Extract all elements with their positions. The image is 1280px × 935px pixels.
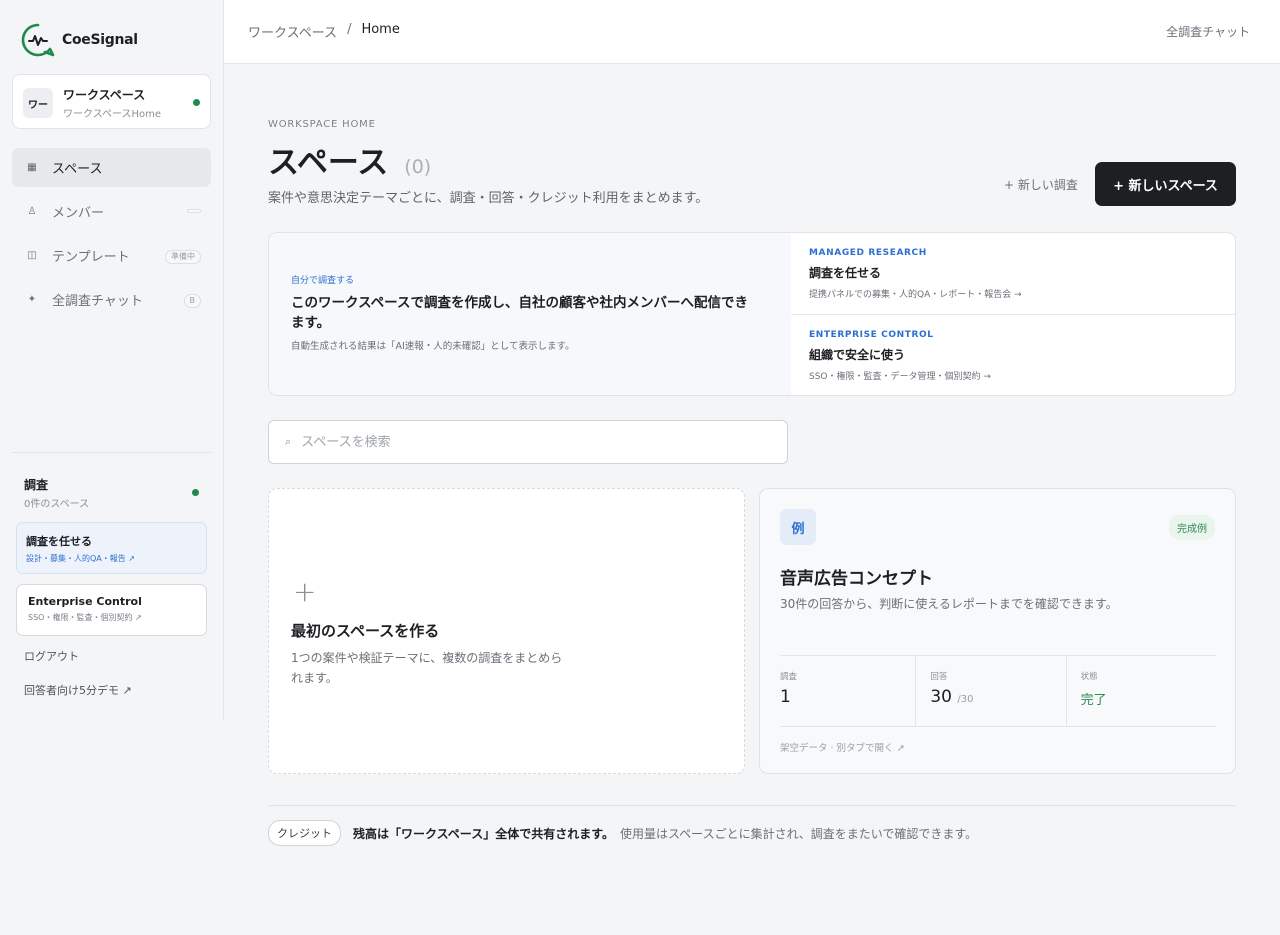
workspace-name: ワークスペース [63,88,146,102]
card-title: Enterprise Control [28,595,142,608]
stat-value: 1 [780,687,791,707]
card-subtitle: 設計・募集・人的QA・報告 ↗ [26,554,136,563]
topbar: ワークスペース / Home 全調査チャット [224,0,1280,64]
responses-total: /30 [957,694,974,705]
create-title: 最初のスペースを作る [291,622,440,640]
create-space-card[interactable]: + 最初のスペースを作る 1つの案件や検証テーマに、複数の調査をまとめられます。 [268,488,745,774]
new-survey-button[interactable]: + 新しい調査 [1004,176,1078,193]
workspace-avatar: ワー [23,88,53,118]
demo-link[interactable]: 回答者向け5分デモ ↗ [24,682,132,698]
divider [268,805,1236,806]
page-eyebrow: WORKSPACE HOME [268,119,376,130]
option-title: 組織で安全に使う [809,348,906,362]
logo[interactable]: CoeSignal [20,22,138,58]
status-badge: 完成例 [1169,515,1215,540]
brand-name: CoeSignal [62,32,138,48]
space-count: (0) [404,156,432,178]
self-service-panel: 自分で調査する このワークスペースで調査を作成し、自社の顧客や社内メンバーへ配信… [269,233,791,395]
option-eyebrow: MANAGED RESEARCH [809,248,927,258]
credit-pill: クレジット [268,820,341,846]
sidebar-item-label: テンプレート [52,250,130,265]
search-icon: ⌕ [285,435,292,448]
plus-icon: + [293,575,317,608]
breadcrumb-separator: / [347,22,352,37]
stat-label: 調査 [780,672,798,682]
credit-soft-text: 使用量はスペースごとに集計され、調査をまたいで確認できます。 [620,826,978,841]
sidebar-nav: ▦ スペース ♙ メンバー ◫ テンプレート 準備中 ✦ 全調査チャット B [12,148,211,324]
workspace-switcher[interactable]: ワー ワークスペース ワークスペースHome [12,74,211,129]
example-description: 30件の回答から、判断に使えるレポートまでを確認できます。 [780,597,1118,611]
example-badge: 例 [780,509,816,545]
stat-surveys: 調査 1 [780,656,915,726]
speech-bubble-wave-icon [21,23,55,57]
stat-status: 状態 完了 [1065,656,1216,726]
status-dot [193,99,200,106]
search-box: ⌕ [268,420,788,464]
template-icon: ◫ [27,250,37,261]
nav-badge: B [183,294,201,308]
nav-badge: 準備中 [165,250,201,264]
person-icon: ♙ [27,206,37,217]
research-title: 調査 [24,478,49,492]
card-subtitle: SSO・権限・監査・個別契約 ↗ [28,613,142,622]
option-eyebrow: ENTERPRISE CONTROL [809,330,934,340]
grid-icon: ▦ [27,162,37,173]
credits-info: クレジット 残高は「ワークスペース」全体で共有されます。 使用量はスペースごとに… [268,820,977,846]
promo-note: 自動生成される結果は「AI速報・人的未確認」として表示します。 [291,341,575,352]
stat-value: 30 /30 [930,687,1065,707]
status-dot [192,489,199,496]
stat-label: 状態 [1080,672,1098,682]
search-input[interactable] [301,434,742,450]
sidebar: CoeSignal ワー ワークスペース ワークスペースHome ▦ スペース … [0,0,224,720]
logout-link[interactable]: ログアウト [24,648,79,664]
example-stats: 調査 1 回答 30 /30 状態 完了 [780,655,1216,727]
sidebar-item-templates[interactable]: ◫ テンプレート 準備中 [12,236,211,275]
option-title: 調査を任せる [809,266,882,280]
sidebar-item-label: スペース [52,162,103,177]
sidebar-item-members[interactable]: ♙ メンバー [12,192,211,231]
managed-research-option[interactable]: MANAGED RESEARCH 調査を任せる 提携パネルでの募集・人的QA・レ… [791,233,1235,314]
card-title: 調査を任せる [26,535,92,548]
sidebar-item-spaces[interactable]: ▦ スペース [12,148,211,187]
option-subtitle: SSO・権限・監査・データ管理・個別契約 → [809,372,991,382]
managed-research-card[interactable]: 調査を任せる 設計・募集・人的QA・報告 ↗ [16,522,207,574]
example-title: 音声広告コンセプト [780,569,933,589]
page-title: スペース (0) [268,137,431,182]
page-description: 案件や意思決定テーマごとに、調査・回答・クレジット利用をまとめます。 [268,191,709,206]
divider [12,452,211,453]
nav-badge [187,209,201,213]
all-chat-link[interactable]: 全調査チャット [1166,23,1250,40]
enterprise-control-option[interactable]: ENTERPRISE CONTROL 組織で安全に使う SSO・権限・監査・デー… [791,314,1235,395]
option-subtitle: 提携パネルでの募集・人的QA・レポート・報告会 → [809,290,1022,300]
stat-value: 完了 [1080,693,1107,708]
sparkle-icon: ✦ [27,294,37,305]
stat-responses: 回答 30 /30 [915,656,1065,726]
breadcrumb-root[interactable]: ワークスペース [248,22,337,41]
promo-eyebrow: 自分で調査する [291,276,355,286]
sidebar-item-all-chat[interactable]: ✦ 全調査チャット B [12,280,211,319]
responses-count: 30 [930,687,952,707]
new-space-button[interactable]: + 新しいスペース [1095,162,1236,206]
sidebar-item-label: メンバー [52,206,105,221]
sidebar-item-label: 全調査チャット [52,294,143,309]
workspace-subtitle: ワークスペースHome [63,109,162,120]
promo-title: このワークスペースで調査を作成し、自社の顧客や社内メンバーへ配信できます。 [291,295,748,331]
enterprise-control-card[interactable]: Enterprise Control SSO・権限・監査・個別契約 ↗ [16,584,207,636]
create-description: 1つの案件や検証テーマに、複数の調査をまとめられます。 [291,651,563,685]
page-title-text: スペース [268,145,389,181]
promo-panel: 自分で調査する このワークスペースで調査を作成し、自社の顧客や社内メンバーへ配信… [268,232,1236,396]
example-space-card[interactable]: 例 完成例 音声広告コンセプト 30件の回答から、判断に使えるレポートまでを確認… [759,488,1236,774]
research-count: 0件のスペース [24,499,90,510]
breadcrumb-current: Home [361,22,400,37]
breadcrumb: ワークスペース / Home [248,22,400,41]
stat-label: 回答 [930,672,948,682]
example-footer-link[interactable]: 架空データ · 別タブで開く ↗ [780,740,905,754]
credit-strong-text: 残高は「ワークスペース」全体で共有されます。 [353,826,615,841]
promo-options: MANAGED RESEARCH 調査を任せる 提携パネルでの募集・人的QA・レ… [791,233,1235,395]
